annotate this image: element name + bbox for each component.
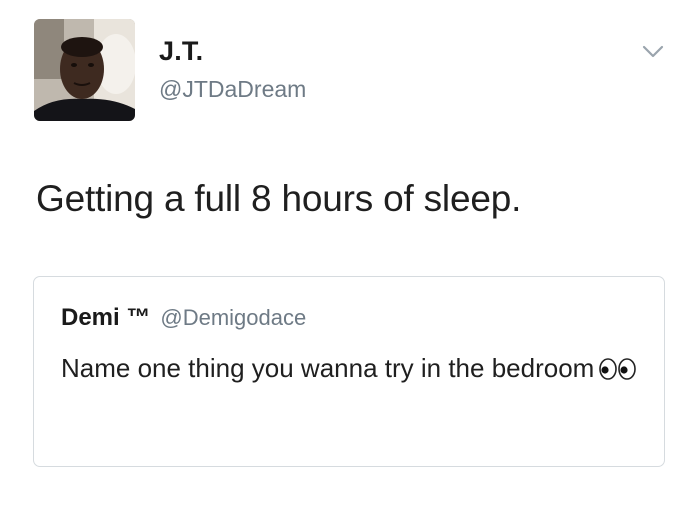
tweet-card: J.T. @JTDaDream Getting a full 8 hours o… <box>0 0 700 532</box>
quoted-author-handle: @Demigodace <box>160 305 307 330</box>
quoted-tweet[interactable]: Demi ™ @Demigodace Name one thing you wan… <box>33 276 665 467</box>
quoted-author-name: Demi ™ <box>61 304 151 331</box>
avatar[interactable] <box>34 19 135 121</box>
chevron-down-icon[interactable] <box>640 42 666 60</box>
author-name[interactable]: J.T. <box>159 36 203 67</box>
quoted-tweet-text-block: Name one thing you wanna try in the bedr… <box>61 347 641 394</box>
tweet-text: Getting a full 8 hours of sleep. <box>36 178 522 219</box>
author-handle[interactable]: @JTDaDream <box>159 76 306 103</box>
profile-photo <box>34 19 135 121</box>
quoted-tweet-text: Name one thing you wanna try in the bedr… <box>61 353 595 383</box>
eyes-emoji-icon <box>598 351 638 394</box>
quoted-tweet-header: Demi ™ @Demigodace <box>61 304 306 332</box>
